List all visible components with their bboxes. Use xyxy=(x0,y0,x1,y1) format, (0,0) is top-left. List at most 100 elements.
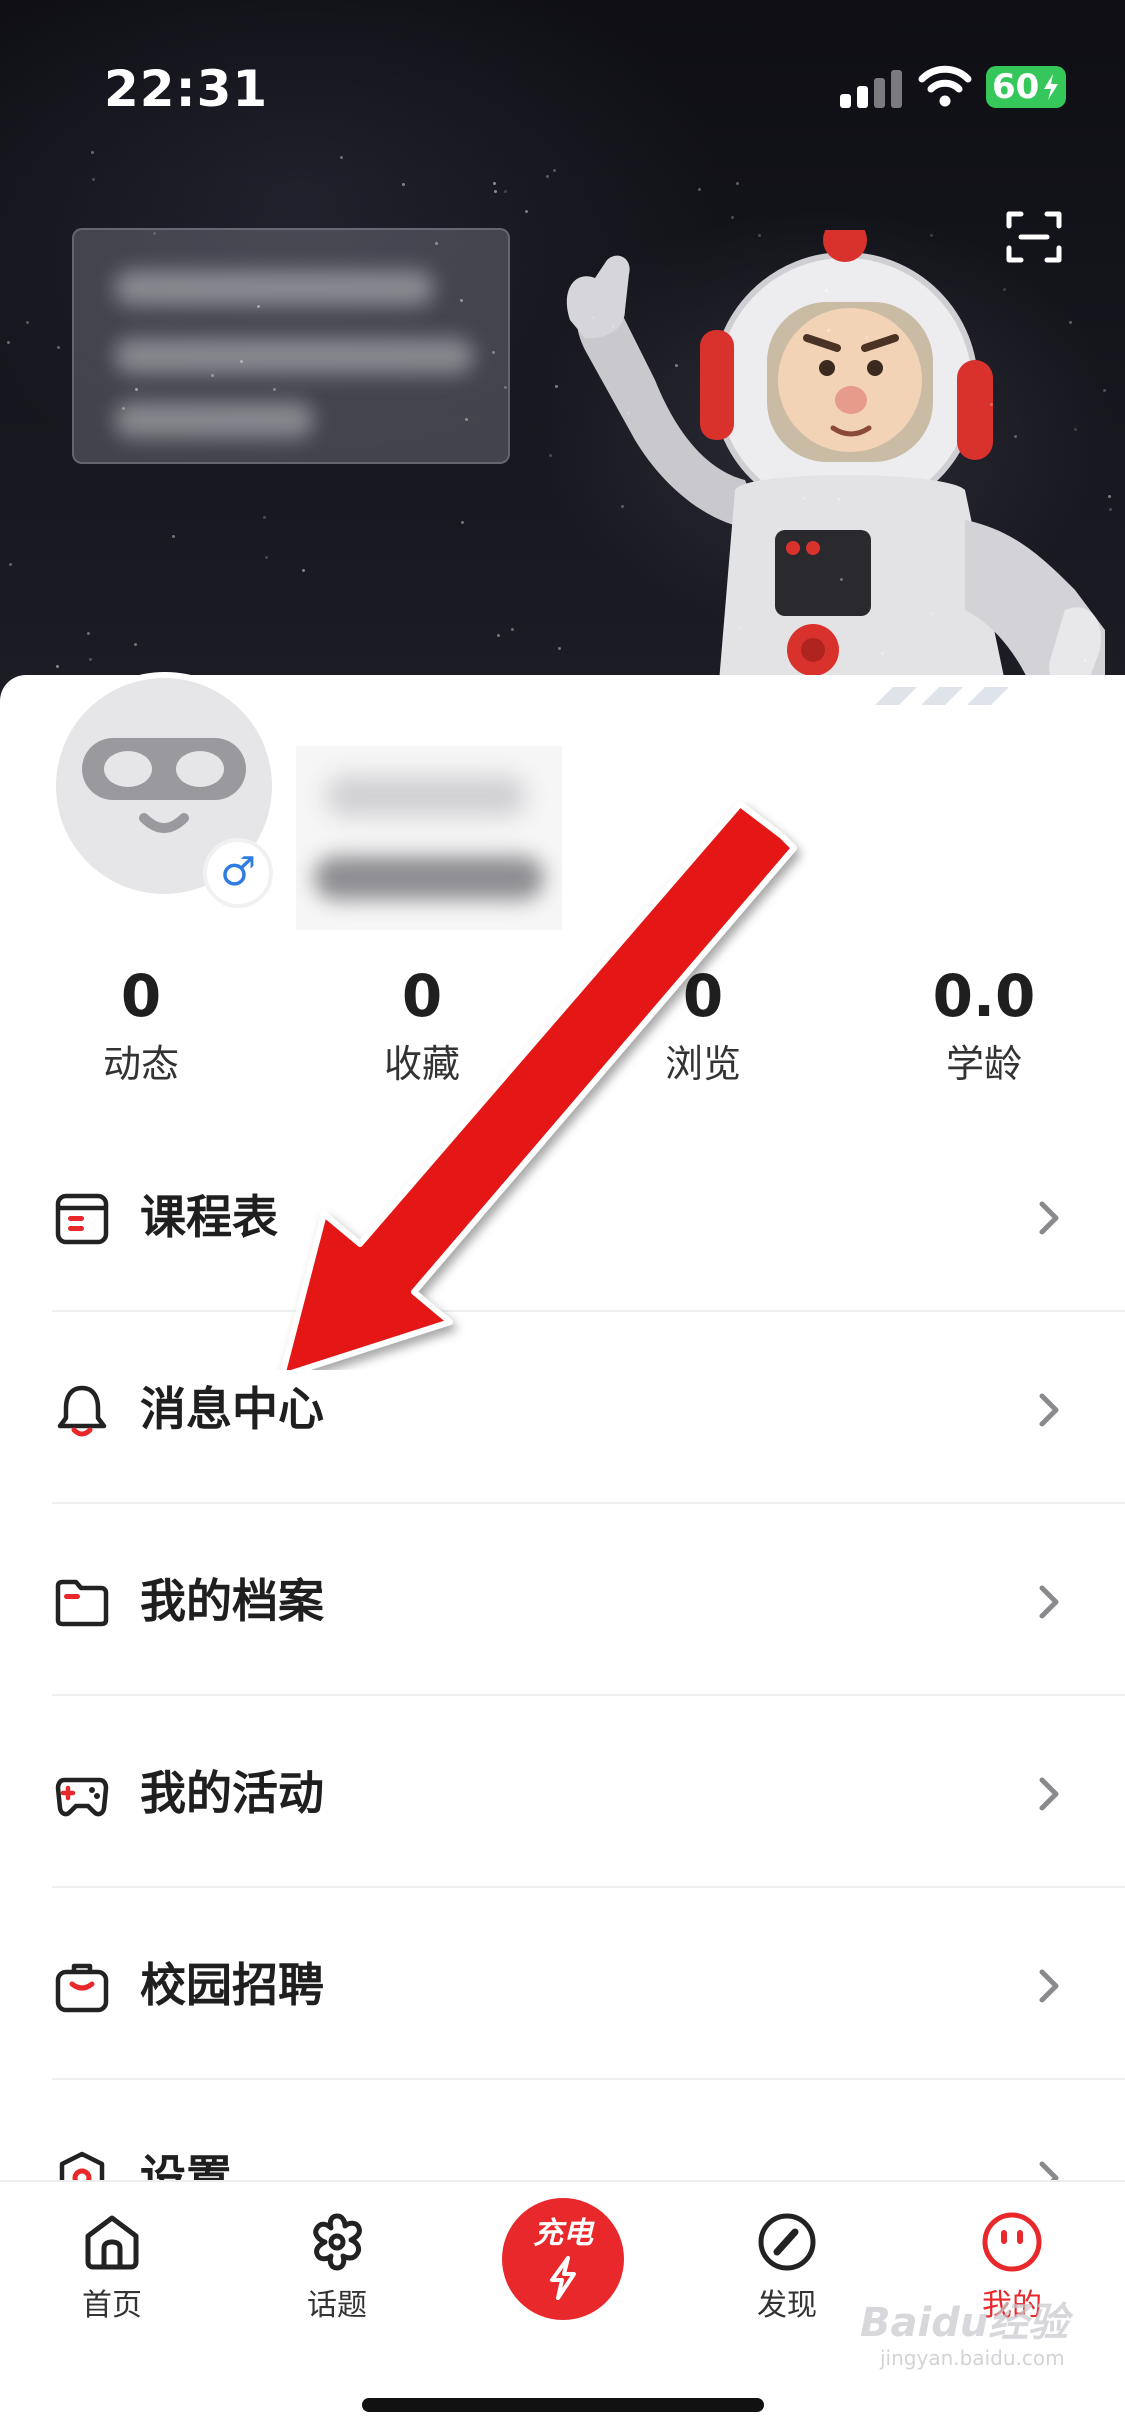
stat-value: 0.0 xyxy=(932,962,1036,1030)
star-decoration xyxy=(89,658,92,661)
folder-icon xyxy=(55,1579,109,1627)
tab-label: 话题 xyxy=(307,2288,367,2323)
star-decoration xyxy=(122,407,125,410)
star-decoration xyxy=(930,234,933,237)
username-blurred xyxy=(296,746,562,930)
star-decoration xyxy=(257,305,260,308)
tab-label: 发现 xyxy=(757,2288,817,2323)
star-decoration xyxy=(591,316,594,319)
chevron-right-icon xyxy=(1039,1777,1059,1811)
menu-item-my-activities[interactable]: 我的活动 xyxy=(0,1696,1125,1888)
charge-button[interactable]: 充电 xyxy=(502,2198,624,2320)
home-indicator[interactable] xyxy=(362,2398,764,2412)
star-decoration xyxy=(555,385,558,388)
chevron-right-icon xyxy=(1039,1969,1059,2003)
star-decoration xyxy=(302,569,305,572)
star-decoration xyxy=(1109,508,1112,511)
star-decoration xyxy=(752,297,755,300)
star-decoration xyxy=(549,454,552,457)
menu-item-campus-recruitment[interactable]: 校园招聘 xyxy=(0,1888,1125,2080)
chevron-right-icon xyxy=(1039,1585,1059,1619)
star-decoration xyxy=(731,216,734,219)
star-decoration xyxy=(263,516,266,519)
stat-views[interactable]: 0 浏览 xyxy=(603,960,803,1092)
star-decoration xyxy=(621,505,624,508)
compass-icon xyxy=(758,2213,816,2271)
gender-male-badge: ♂ xyxy=(203,838,273,908)
chevron-right-icon xyxy=(1039,1393,1059,1427)
stat-label: 学龄 xyxy=(945,1042,1022,1086)
star-decoration xyxy=(627,412,630,415)
star-decoration xyxy=(273,388,276,391)
star-decoration xyxy=(698,188,701,191)
stat-label: 收藏 xyxy=(383,1042,460,1086)
star-decoration xyxy=(1108,495,1111,498)
chevron-right-icon xyxy=(1039,1201,1059,1235)
star-decoration xyxy=(612,325,615,328)
star-decoration xyxy=(1014,435,1017,438)
star-decoration xyxy=(402,183,405,186)
profile-hero-banner: 22:31 60 xyxy=(0,0,1125,740)
tab-discover[interactable]: 发现 xyxy=(707,2210,867,2326)
star-decoration xyxy=(881,652,884,655)
decorative-stripes xyxy=(845,675,1125,709)
mascot-icon xyxy=(982,2212,1042,2272)
star-decoration xyxy=(57,346,60,349)
star-decoration xyxy=(265,556,268,559)
tab-label: 首页 xyxy=(82,2288,142,2323)
star-decoration xyxy=(990,403,993,406)
menu-item-label: 课程表 xyxy=(140,1190,278,1244)
star-decoration xyxy=(1084,659,1087,662)
star-decoration xyxy=(211,374,214,377)
menu-item-label: 我的活动 xyxy=(140,1766,324,1820)
star-decoration xyxy=(1103,389,1106,392)
star-decoration xyxy=(494,190,497,193)
stat-label: 动态 xyxy=(102,1042,179,1086)
stat-label: 浏览 xyxy=(664,1042,741,1086)
signal-icon xyxy=(840,70,902,108)
star-decoration xyxy=(465,418,468,421)
star-decoration xyxy=(1069,321,1072,324)
stat-school-age[interactable]: 0.0 学龄 xyxy=(884,960,1084,1092)
status-time: 22:31 xyxy=(104,60,269,118)
stat-value: 0 xyxy=(120,962,162,1030)
menu-item-label: 我的档案 xyxy=(140,1574,324,1628)
star-decoration xyxy=(1003,288,1006,291)
menu-item-schedule[interactable]: 课程表 xyxy=(0,1120,1125,1312)
star-decoration xyxy=(172,535,175,538)
menu-item-message-center[interactable]: 消息中心 xyxy=(0,1312,1125,1504)
stat-value: 0 xyxy=(401,962,443,1030)
home-icon xyxy=(85,2215,139,2270)
profile-stats: 0 动态 0 收藏 0 浏览 0.0 学龄 xyxy=(0,960,1125,1100)
lightning-icon xyxy=(550,2256,576,2300)
star-decoration xyxy=(26,321,29,324)
astronaut-illustration xyxy=(566,230,1105,730)
star-decoration xyxy=(837,498,840,501)
star-decoration xyxy=(546,175,549,178)
stat-posts[interactable]: 0 动态 xyxy=(41,960,241,1092)
stat-favorites[interactable]: 0 收藏 xyxy=(322,960,522,1092)
star-decoration xyxy=(461,521,464,524)
star-decoration xyxy=(497,634,500,637)
bell-icon xyxy=(57,1385,107,1437)
star-decoration xyxy=(492,351,495,354)
star-decoration xyxy=(7,341,10,344)
star-decoration xyxy=(135,388,138,391)
star-decoration xyxy=(87,632,90,635)
battery-level: 60 xyxy=(992,67,1040,107)
tab-home[interactable]: 首页 xyxy=(32,2210,192,2326)
gamepad-icon xyxy=(55,1777,109,1817)
star-decoration xyxy=(865,336,868,339)
star-decoration xyxy=(91,151,94,154)
star-decoration xyxy=(553,169,556,172)
star-decoration xyxy=(511,628,514,631)
menu-item-my-profile[interactable]: 我的档案 xyxy=(0,1504,1125,1696)
star-decoration xyxy=(493,182,496,185)
star-decoration xyxy=(153,232,156,235)
star-decoration xyxy=(134,643,137,646)
menu-item-label: 校园招聘 xyxy=(140,1958,324,2012)
star-decoration xyxy=(827,329,830,332)
star-decoration xyxy=(802,497,805,500)
watermark-url: jingyan.baidu.com xyxy=(880,2346,1065,2370)
tab-topics[interactable]: 话题 xyxy=(257,2210,417,2326)
